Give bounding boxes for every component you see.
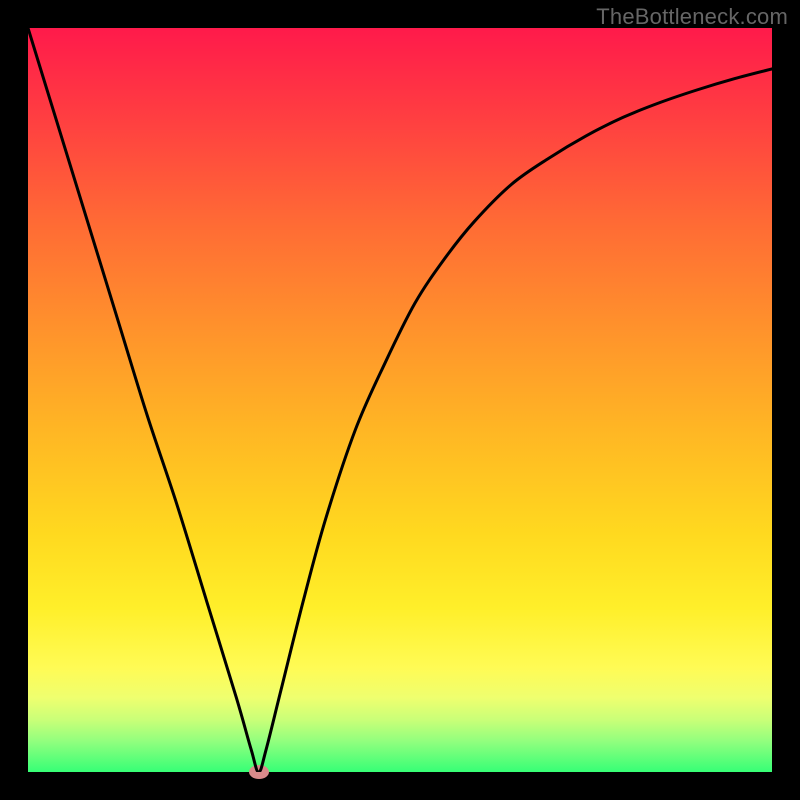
watermark-text: TheBottleneck.com [596,4,788,30]
bottleneck-curve [28,28,772,772]
plot-area [28,28,772,772]
chart-frame: TheBottleneck.com [0,0,800,800]
curve-path [28,28,772,772]
